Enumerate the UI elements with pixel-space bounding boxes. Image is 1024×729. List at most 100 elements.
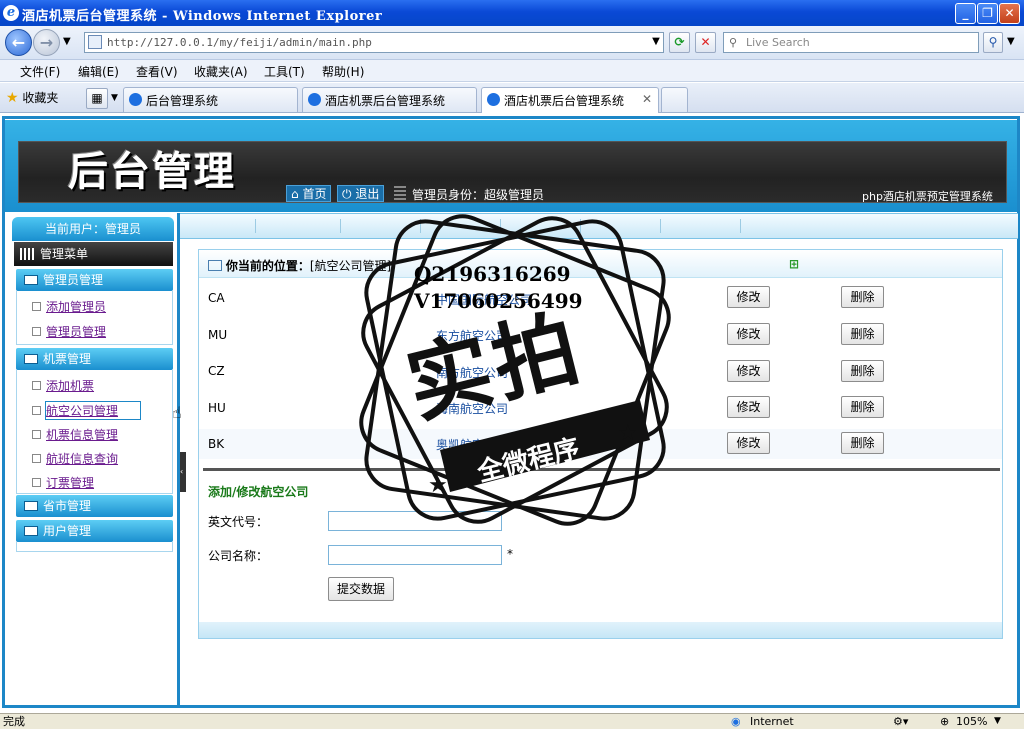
watermark-qq: Q2196316269 xyxy=(414,262,571,286)
tab-label: 后台管理系统 xyxy=(146,94,219,108)
group-admin-management[interactable]: 管理员管理 xyxy=(16,269,173,291)
breadcrumb: 你当前的位置：[航空公司管理] xyxy=(208,257,391,274)
delete-button[interactable]: 删除 xyxy=(841,396,884,418)
airline-code: MU xyxy=(208,328,228,342)
address-toolbar: ← → ▼ http://127.0.0.1/my/feiji/admin/ma… xyxy=(0,26,1024,60)
sidebar-item-add-ticket[interactable]: 添加机票 xyxy=(46,377,94,394)
tab-hotel-1[interactable]: 酒店机票后台管理系统 xyxy=(302,87,477,112)
sidebar-item-add-admin[interactable]: 添加管理员 xyxy=(46,298,106,315)
status-text: 完成 xyxy=(3,715,25,728)
history-dropdown-icon[interactable]: ▼ xyxy=(63,36,71,47)
folder-icon xyxy=(24,501,38,511)
edit-button[interactable]: 修改 xyxy=(727,360,770,382)
edit-button[interactable]: 修改 xyxy=(727,432,770,454)
sidebar-item-admin-management[interactable]: 管理员管理 xyxy=(46,323,106,340)
tab-page-icon xyxy=(487,93,500,106)
group-title: 管理员管理 xyxy=(43,273,104,287)
zoom-level[interactable]: 105% xyxy=(956,714,987,729)
list-icon xyxy=(394,186,406,200)
menu-view[interactable]: 查看(V) xyxy=(136,63,178,80)
edit-button[interactable]: 修改 xyxy=(727,396,770,418)
tab-hotel-2[interactable]: 酒店机票后台管理系统 ✕ xyxy=(481,87,659,113)
search-options-icon[interactable]: ▼ xyxy=(1007,36,1015,47)
delete-button[interactable]: 删除 xyxy=(841,323,884,345)
maximize-button[interactable]: ❐ xyxy=(977,3,998,24)
system-name: php酒店机票预定管理系统 xyxy=(862,190,993,203)
close-window-button[interactable]: ✕ xyxy=(999,3,1020,24)
window-title: 酒店机票后台管理系统 - Windows Internet Explorer xyxy=(22,9,383,24)
zoom-dropdown-icon[interactable]: ▼ xyxy=(994,714,1001,729)
panel-footer xyxy=(199,622,1002,638)
zoom-icon: ⊕ xyxy=(940,715,950,728)
menu-help[interactable]: 帮助(H) xyxy=(322,63,364,80)
new-tab-button[interactable] xyxy=(661,87,688,112)
menu-favorites[interactable]: 收藏夹(A) xyxy=(194,63,248,80)
favorites-label: 收藏夹 xyxy=(22,91,59,105)
edit-button[interactable]: 修改 xyxy=(727,286,770,308)
menu-file[interactable]: 文件(F) xyxy=(20,63,60,80)
bullet-icon xyxy=(32,454,41,463)
folder-icon xyxy=(24,354,38,364)
stop-icon[interactable]: ✕ xyxy=(695,32,716,53)
quick-tabs-icon[interactable]: ▦ xyxy=(86,88,108,109)
add-icon[interactable]: ⊞ xyxy=(789,257,799,271)
star-icon: ★ xyxy=(6,90,19,106)
bullet-icon xyxy=(32,406,41,415)
submit-button[interactable]: 提交数据 xyxy=(328,577,394,601)
address-input[interactable]: http://127.0.0.1/my/feiji/admin/main.php xyxy=(84,32,664,53)
zone-text: Internet xyxy=(750,715,794,728)
airline-name-input[interactable] xyxy=(328,545,502,565)
menu-tools[interactable]: 工具(T) xyxy=(264,63,305,80)
code-label: 英文代号： xyxy=(208,515,269,529)
delete-button[interactable]: 删除 xyxy=(841,432,884,454)
search-icon: ⚲ xyxy=(729,36,738,49)
sidebar-item-airline-management[interactable]: 航空公司管理 xyxy=(45,401,142,420)
close-tab-icon[interactable]: ✕ xyxy=(642,92,652,106)
tab-backend[interactable]: 后台管理系统 xyxy=(123,87,298,112)
logout-label: 退出 xyxy=(355,187,380,201)
delete-button[interactable]: 删除 xyxy=(841,360,884,382)
group-user-items xyxy=(16,542,173,552)
search-go-icon[interactable]: ⚲ xyxy=(983,32,1003,53)
protected-mode-icon[interactable]: ⚙▾ xyxy=(893,714,908,729)
tab-list-icon[interactable]: ▼ xyxy=(111,93,118,103)
minimize-button[interactable]: _ xyxy=(955,3,976,24)
address-text: http://127.0.0.1/my/feiji/admin/main.php xyxy=(107,36,372,49)
page-icon xyxy=(88,35,102,49)
group-ticket-management[interactable]: 机票管理 xyxy=(16,348,173,370)
logout-button[interactable]: ⏻ 退出 xyxy=(337,185,385,202)
sidebar-item-ticket-info[interactable]: 机票信息管理 xyxy=(46,426,118,443)
favorites-button[interactable]: ★ 收藏夹 xyxy=(6,89,58,106)
search-placeholder: Live Search xyxy=(746,36,810,49)
edit-button[interactable]: 修改 xyxy=(727,323,770,345)
airline-code: HU xyxy=(208,401,226,415)
forward-button[interactable]: → xyxy=(33,29,60,56)
location-label: 你当前的位置： xyxy=(225,259,310,273)
bullet-icon xyxy=(32,327,41,336)
bullet-icon xyxy=(32,478,41,487)
group-user-management[interactable]: 用户管理 xyxy=(16,520,173,542)
search-input[interactable]: ⚲ Live Search xyxy=(723,32,979,53)
current-user: 当前用户：管理员 xyxy=(44,222,141,236)
status-bar: 完成 ◉ Internet ⚙▾ ⊕ 105% ▼ xyxy=(0,713,1024,729)
menu-edit[interactable]: 编辑(E) xyxy=(78,63,119,80)
form-title: 添加/修改航空公司 xyxy=(208,485,309,499)
sidebar-item-flight-query[interactable]: 航班信息查询 xyxy=(46,450,118,467)
group-title: 省市管理 xyxy=(43,499,92,513)
power-icon: ⏻ xyxy=(342,187,352,201)
back-button[interactable]: ← xyxy=(5,29,32,56)
group-province-management[interactable]: 省市管理 xyxy=(16,495,173,517)
tab-page-icon xyxy=(129,93,142,106)
sidebar-item-booking-management[interactable]: 订票管理 xyxy=(46,474,94,491)
home-label: 首页 xyxy=(302,187,327,201)
address-dropdown-icon[interactable]: ▼ xyxy=(648,32,664,53)
delete-button[interactable]: 删除 xyxy=(841,286,884,308)
bullet-icon xyxy=(32,381,41,390)
sidebar-collapse-handle[interactable]: ‹ xyxy=(180,452,186,492)
tab-label: 酒店机票后台管理系统 xyxy=(504,94,625,108)
refresh-icon[interactable]: ⟳ xyxy=(669,32,690,53)
group-title: 机票管理 xyxy=(43,352,92,366)
hand-cursor-icon: ☝ xyxy=(172,403,182,422)
home-button[interactable]: ⌂ 首页 xyxy=(286,185,332,202)
airline-code-input[interactable] xyxy=(328,511,502,531)
